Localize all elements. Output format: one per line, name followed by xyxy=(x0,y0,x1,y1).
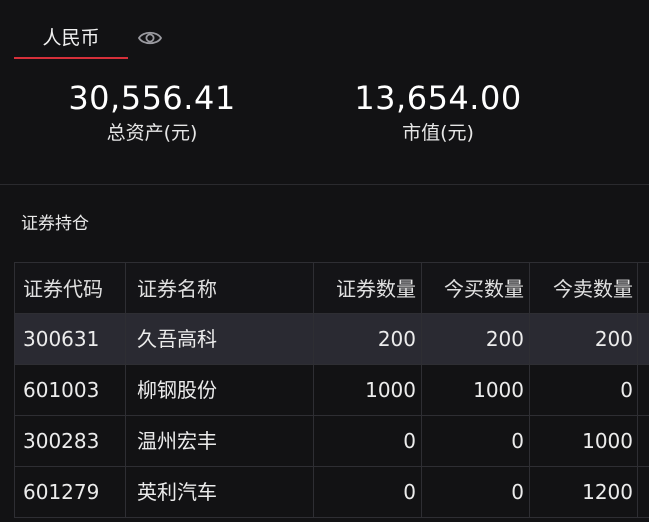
column-header-code[interactable]: 证券代码 xyxy=(14,263,125,313)
tab-rmb[interactable]: 人民币 xyxy=(14,20,128,60)
table-row[interactable]: 601279 英利汽车 0 0 1200 xyxy=(14,467,649,518)
cell-buy-quantity: 200 xyxy=(421,314,529,364)
column-header-name[interactable]: 证券名称 xyxy=(125,263,313,313)
cell-buy-quantity: 0 xyxy=(421,416,529,466)
column-header-quantity[interactable]: 证券数量 xyxy=(313,263,421,313)
cell-code: 601279 xyxy=(14,467,125,517)
cell-sell-quantity: 0 xyxy=(529,365,637,415)
cell-sell-quantity: 1200 xyxy=(529,467,637,517)
currency-tab-bar: 人民币 xyxy=(0,0,649,62)
table-row[interactable]: 601003 柳钢股份 1000 1000 0 xyxy=(14,365,649,416)
cell-code: 300283 xyxy=(14,416,125,466)
cell-buy-quantity: 1000 xyxy=(421,365,529,415)
cell-name: 柳钢股份 xyxy=(125,365,313,415)
column-header-buy-quantity[interactable]: 今买数量 xyxy=(421,263,529,313)
cell-sell-quantity: 200 xyxy=(529,314,637,364)
table-row[interactable]: 300631 久吾高科 200 200 200 xyxy=(14,314,649,365)
holdings-table: 证券代码 证券名称 证券数量 今买数量 今卖数量 300631 久吾高科 200… xyxy=(14,262,649,518)
eye-icon[interactable] xyxy=(136,24,164,52)
market-value-label: 市值(元) xyxy=(402,122,474,144)
table-row[interactable]: 300283 温州宏丰 0 0 1000 xyxy=(14,416,649,467)
total-assets: 30,556.41 总资产(元) xyxy=(32,78,272,148)
cell-code: 601003 xyxy=(14,365,125,415)
table-header: 证券代码 证券名称 证券数量 今买数量 今卖数量 xyxy=(14,262,649,314)
cell-quantity: 1000 xyxy=(313,365,421,415)
cell-buy-quantity: 0 xyxy=(421,467,529,517)
cell-quantity: 200 xyxy=(313,314,421,364)
cell-overflow xyxy=(637,365,649,415)
total-assets-value: 30,556.41 xyxy=(68,79,236,117)
market-value: 13,654.00 市值(元) xyxy=(318,78,558,148)
holdings-screen: 人民币 30,556.41 总资产(元) 13,654.00 市值(元) 证券持… xyxy=(0,0,649,522)
asset-summary: 30,556.41 总资产(元) 13,654.00 市值(元) xyxy=(0,62,649,182)
holdings-title: 证券持仓 xyxy=(21,214,89,234)
market-value-value: 13,654.00 xyxy=(354,79,522,117)
cell-name: 英利汽车 xyxy=(125,467,313,517)
cell-overflow xyxy=(637,314,649,364)
total-assets-label: 总资产(元) xyxy=(106,122,198,144)
section-divider xyxy=(0,184,649,185)
column-header-overflow xyxy=(637,263,649,313)
cell-name: 久吾高科 xyxy=(125,314,313,364)
cell-overflow xyxy=(637,467,649,517)
cell-quantity: 0 xyxy=(313,467,421,517)
tab-active-indicator xyxy=(14,57,128,59)
cell-name: 温州宏丰 xyxy=(125,416,313,466)
cell-sell-quantity: 1000 xyxy=(529,416,637,466)
column-header-sell-quantity[interactable]: 今卖数量 xyxy=(529,263,637,313)
cell-code: 300631 xyxy=(14,314,125,364)
cell-quantity: 0 xyxy=(313,416,421,466)
cell-overflow xyxy=(637,416,649,466)
